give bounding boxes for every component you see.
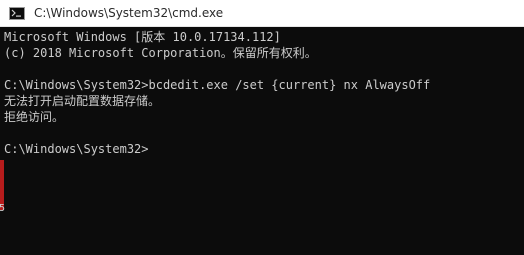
edge-glyph: 5 (0, 203, 6, 214)
console-prompt[interactable]: C:\Windows\System32> (4, 141, 149, 157)
window-title: C:\Windows\System32\cmd.exe (34, 6, 224, 20)
console-line-copyright: (c) 2018 Microsoft Corporation。保留所有权利。 (4, 46, 317, 60)
console-line-version: Microsoft Windows [版本 10.0.17134.112] (4, 30, 281, 44)
command-prompt-window: C:\Windows\System32\cmd.exe Microsoft Wi… (0, 0, 524, 255)
console-line-access-denied: 拒绝访问。 (4, 110, 65, 124)
console-line-command: C:\Windows\System32>bcdedit.exe /set {cu… (4, 78, 431, 92)
command-prompt-icon (9, 7, 25, 20)
console-line-error-store: 无法打开启动配置数据存储。 (4, 94, 161, 108)
console-output[interactable]: Microsoft Windows [版本 10.0.17134.112] (c… (0, 27, 524, 255)
title-bar[interactable]: C:\Windows\System32\cmd.exe (0, 0, 524, 27)
